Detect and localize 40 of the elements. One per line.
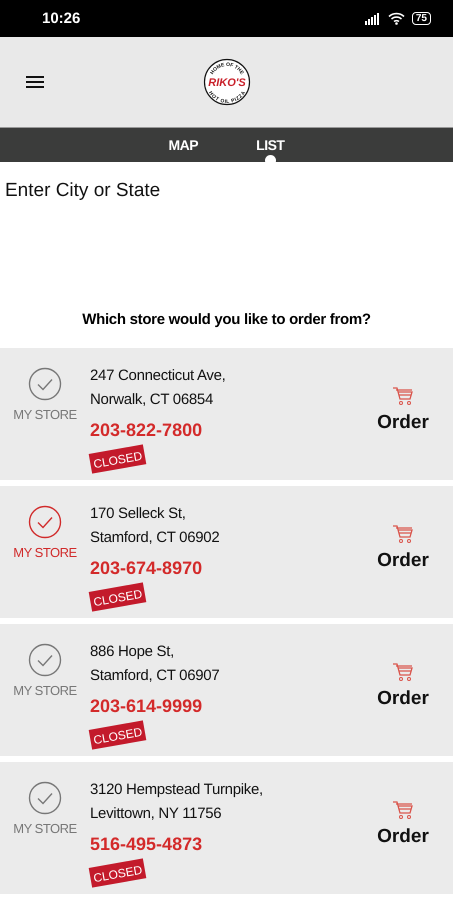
phone-link[interactable]: 203-674-8970: [90, 558, 202, 579]
address-line: Stamford, CT 06907: [90, 666, 220, 686]
cart-icon[interactable]: [392, 524, 414, 544]
check-icon[interactable]: [28, 505, 62, 539]
order-button[interactable]: Order: [377, 826, 429, 848]
order-button[interactable]: Order: [377, 412, 429, 434]
phone-link[interactable]: 203-822-7800: [90, 420, 202, 441]
prompt-text: Which store would you like to order from?: [82, 311, 371, 330]
check-icon[interactable]: [28, 367, 62, 401]
phone-link[interactable]: 203-614-9999: [90, 696, 202, 717]
check-icon[interactable]: [28, 781, 62, 815]
tab[interactable]: LIST: [252, 128, 288, 162]
cart-icon[interactable]: [392, 386, 414, 406]
address-line: 247 Connecticut Ave,: [90, 366, 226, 386]
address-line: Stamford, CT 06902: [90, 528, 220, 548]
status-badge: CLOSED: [88, 720, 147, 750]
address-line: 3120 Hempstead Turnpike,: [90, 780, 263, 800]
status-badge: CLOSED: [88, 582, 147, 612]
status-badge: CLOSED: [88, 444, 147, 474]
my-store-label: MY STORE: [13, 683, 77, 698]
order-button[interactable]: Order: [377, 688, 429, 710]
clock-time: 10:26: [42, 10, 80, 27]
check-icon[interactable]: [28, 643, 62, 677]
tab[interactable]: MAP: [164, 128, 202, 162]
my-store-label: MY STORE: [13, 821, 77, 836]
my-store-label: MY STORE: [13, 407, 77, 422]
signal-icon: [364, 12, 381, 24]
battery-level: 75: [412, 12, 431, 25]
cart-icon[interactable]: [392, 800, 414, 820]
address-line: 170 Selleck St,: [90, 504, 186, 524]
order-button[interactable]: Order: [377, 550, 429, 572]
wifi-icon: [388, 12, 405, 25]
cart-icon[interactable]: [392, 662, 414, 682]
address-line: 886 Hope St,: [90, 642, 174, 662]
address-line: Levittown, NY 11756: [90, 804, 222, 824]
menu-icon[interactable]: [26, 75, 44, 89]
status-badge: CLOSED: [88, 858, 147, 888]
my-store-label: MY STORE: [13, 545, 77, 560]
phone-link[interactable]: 516-495-4873: [90, 834, 202, 855]
address-line: Norwalk, CT 06854: [90, 390, 214, 410]
